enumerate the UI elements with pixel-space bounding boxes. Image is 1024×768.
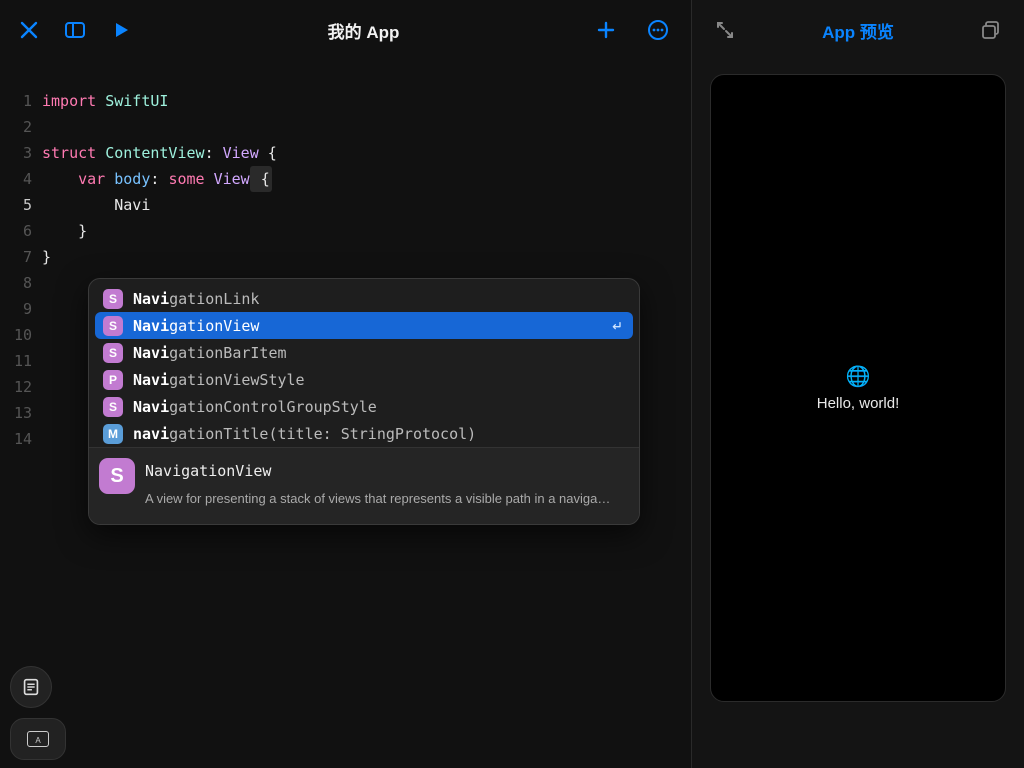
autocomplete-item[interactable]: S NavigationControlGroupStyle (95, 393, 633, 420)
preview-panel: App 预览 🌐 Hello, world! (692, 0, 1024, 768)
more-button[interactable] (639, 11, 677, 49)
autocomplete-doc-desc: A view for presenting a stack of views t… (145, 486, 610, 512)
autocomplete-doc-title: NavigationView (145, 458, 610, 484)
hello-label: Hello, world! (817, 395, 900, 412)
kind-badge-struct: S (103, 289, 123, 309)
autocomplete-popup: S NavigationLink S NavigationView S Navi… (88, 278, 640, 525)
editor-panel: 我的 App 1 2 3 4 5 6 7 8 9 10 (0, 0, 692, 768)
close-button[interactable] (10, 11, 48, 49)
enter-icon (607, 318, 625, 334)
expand-preview-button[interactable] (706, 11, 744, 49)
plus-icon (594, 18, 618, 42)
line-number: 12 (0, 374, 32, 400)
expand-icon (713, 18, 737, 42)
sidebar-icon (63, 18, 87, 42)
line-number: 7 (0, 244, 32, 270)
kind-badge-struct: S (103, 343, 123, 363)
ellipsis-circle-icon (646, 18, 670, 42)
kind-badge-protocol: P (103, 370, 123, 390)
play-icon (109, 18, 133, 42)
preview-device[interactable]: 🌐 Hello, world! (710, 74, 1006, 702)
globe-icon: 🌐 (846, 364, 871, 389)
sidebar-toggle-button[interactable] (56, 11, 94, 49)
kind-badge-struct: S (103, 316, 123, 336)
line-number: 4 (0, 166, 32, 192)
add-button[interactable] (587, 11, 625, 49)
line-number: 10 (0, 322, 32, 348)
floating-controls: A (10, 666, 66, 760)
code-area[interactable]: 1 2 3 4 5 6 7 8 9 10 11 12 13 14 import … (0, 60, 691, 768)
preview-title[interactable]: App 预览 (744, 18, 972, 43)
preview-canvas-wrap: 🌐 Hello, world! (692, 60, 1024, 768)
preview-windows-button[interactable] (972, 11, 1010, 49)
editor-toolbar: 我的 App (0, 0, 691, 60)
line-number: 13 (0, 400, 32, 426)
library-button[interactable] (10, 666, 52, 708)
autocomplete-item[interactable]: S NavigationView (95, 312, 633, 339)
keyboard-icon: A (27, 731, 49, 747)
line-number: 9 (0, 296, 32, 322)
close-icon (17, 18, 41, 42)
autocomplete-item[interactable]: P NavigationViewStyle (95, 366, 633, 393)
autocomplete-doc: S NavigationView A view for presenting a… (89, 447, 639, 524)
line-number: 3 (0, 140, 32, 166)
autocomplete-list: S NavigationLink S NavigationView S Navi… (89, 279, 639, 447)
line-number: 8 (0, 270, 32, 296)
autocomplete-item[interactable]: M NavigationTitle(title: StringProtocol) (95, 420, 633, 447)
line-number: 6 (0, 218, 32, 244)
kind-badge-struct: S (103, 397, 123, 417)
line-number: 5 (0, 192, 32, 218)
autocomplete-item[interactable]: S NavigationLink (95, 285, 633, 312)
line-number: 1 (0, 88, 32, 114)
line-number: 2 (0, 114, 32, 140)
line-number: 14 (0, 426, 32, 452)
document-title: 我的 App (140, 18, 587, 43)
app-root: 我的 App 1 2 3 4 5 6 7 8 9 10 (0, 0, 1024, 768)
autocomplete-item[interactable]: S NavigationBarItem (95, 339, 633, 366)
run-button[interactable] (102, 11, 140, 49)
windows-icon (979, 18, 1003, 42)
preview-toolbar: App 预览 (692, 0, 1024, 60)
doc-lines-icon (20, 676, 42, 698)
line-number: 11 (0, 348, 32, 374)
kind-badge-struct: S (99, 458, 135, 494)
keyboard-language-button[interactable]: A (10, 718, 66, 760)
kind-badge-method: M (103, 424, 123, 444)
